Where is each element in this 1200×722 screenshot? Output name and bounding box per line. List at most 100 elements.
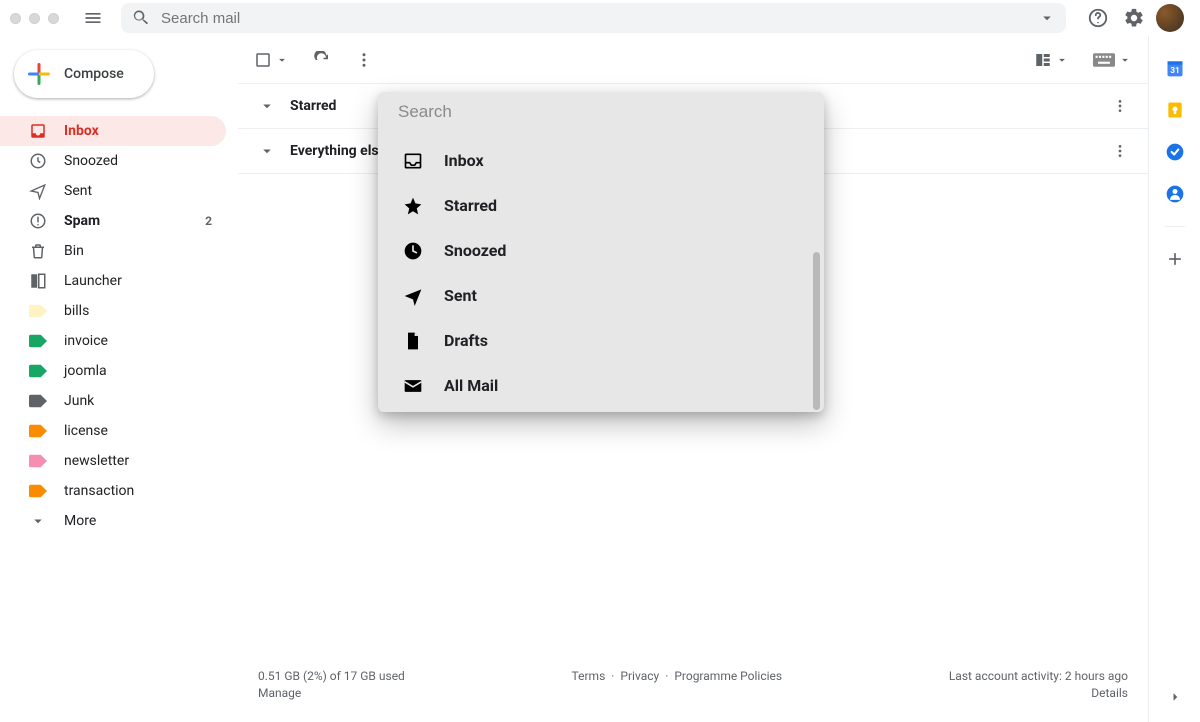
- search-bar[interactable]: [121, 3, 1066, 33]
- alert-icon: [28, 211, 48, 231]
- section-more-button[interactable]: [1112, 98, 1128, 114]
- calendar-icon[interactable]: 31: [1165, 58, 1185, 78]
- sidebar-item-junk[interactable]: Junk: [0, 386, 226, 416]
- manage-storage-link[interactable]: Manage: [258, 686, 405, 700]
- side-panel: 31: [1148, 36, 1200, 722]
- sidebar-item-label: Bin: [64, 243, 84, 259]
- section-more-button[interactable]: [1112, 143, 1128, 159]
- dropdown-item-all-mail[interactable]: All Mail: [378, 363, 824, 408]
- support-button[interactable]: [1084, 4, 1112, 32]
- sidebar-item-more[interactable]: More: [0, 506, 226, 536]
- more-vert-icon: [1112, 143, 1128, 159]
- sidebar-item-bills[interactable]: bills: [0, 296, 226, 326]
- window-close-icon[interactable]: [10, 13, 21, 24]
- label-picker-dropdown: InboxStarred Snoozed Sent Drafts All Mail: [378, 92, 824, 412]
- section-title: Starred: [290, 98, 336, 114]
- dropdown-item-sent[interactable]: Sent: [378, 273, 824, 318]
- select-all-checkbox[interactable]: [254, 51, 289, 69]
- storage-usage: 0.51 GB (2%) of 17 GB used: [258, 669, 405, 683]
- rail-separator: [1165, 226, 1185, 227]
- dropdown-scrollbar[interactable]: [813, 252, 820, 410]
- dropdown-search-input[interactable]: [398, 102, 804, 122]
- more-actions-button[interactable]: [355, 51, 373, 69]
- hamburger-icon: [83, 8, 103, 28]
- dropdown-search-row: [378, 92, 824, 128]
- sidebar-item-snoozed[interactable]: Snoozed: [0, 146, 226, 176]
- dropdown-item-snoozed[interactable]: Snoozed: [378, 228, 824, 273]
- sidebar-item-bin[interactable]: Bin: [0, 236, 226, 266]
- settings-button[interactable]: [1120, 4, 1148, 32]
- sidebar-item-label: Launcher: [64, 273, 122, 289]
- plane-icon: [28, 181, 48, 201]
- mail-toolbar: [238, 36, 1148, 84]
- svg-text:31: 31: [1170, 66, 1180, 76]
- label-icon: [28, 301, 48, 321]
- compose-button[interactable]: Compose: [14, 50, 154, 98]
- inbox-icon: [28, 121, 48, 141]
- sidebar-item-label: More: [64, 513, 96, 529]
- window-zoom-icon[interactable]: [48, 13, 59, 24]
- app-header: [0, 0, 1200, 36]
- window-minimize-icon[interactable]: [29, 13, 40, 24]
- gear-icon: [1123, 7, 1145, 29]
- sidebar-item-label: invoice: [64, 333, 108, 349]
- sidebar-item-joomla[interactable]: joomla: [0, 356, 226, 386]
- sidebar-item-inbox[interactable]: Inbox: [0, 116, 226, 146]
- keyboard-icon: [1093, 53, 1115, 67]
- sidebar-item-label: Snoozed: [64, 153, 118, 169]
- keep-icon[interactable]: [1165, 100, 1185, 120]
- policies-link[interactable]: Programme Policies: [674, 669, 782, 700]
- dropdown-item-starred[interactable]: Starred: [378, 183, 824, 228]
- more-vert-icon: [1112, 98, 1128, 114]
- star-icon: [402, 196, 424, 216]
- sidebar-item-label: joomla: [64, 363, 107, 379]
- compose-label: Compose: [64, 66, 124, 82]
- side-panel-toggle[interactable]: [1166, 688, 1184, 722]
- add-addon-icon[interactable]: [1165, 249, 1185, 269]
- details-link[interactable]: Details: [949, 686, 1128, 700]
- dropdown-item-label: Snoozed: [444, 241, 506, 260]
- dropdown-item-label: All Mail: [444, 376, 498, 395]
- search-icon: [131, 8, 151, 28]
- refresh-button[interactable]: [313, 51, 331, 69]
- sidebar-item-label: newsletter: [64, 453, 129, 469]
- header-actions: [1084, 4, 1184, 32]
- sidebar-item-label: Junk: [64, 393, 94, 409]
- input-tools-button[interactable]: [1093, 53, 1132, 67]
- label-icon: [28, 391, 48, 411]
- dropdown-list: InboxStarred Snoozed Sent Drafts All Mail: [378, 128, 824, 408]
- label-icon: [28, 481, 48, 501]
- sidebar-item-spam[interactable]: Spam 2: [0, 206, 226, 236]
- split-pane-toggle[interactable]: [1034, 51, 1069, 69]
- sidebar-item-sent[interactable]: Sent: [0, 176, 226, 206]
- dropdown-item-drafts[interactable]: Drafts: [378, 318, 824, 363]
- sidebar-item-count: 2: [205, 214, 212, 228]
- footer: 0.51 GB (2%) of 17 GB used Manage Terms …: [238, 651, 1148, 722]
- sidebar-item-label: Spam: [64, 213, 100, 229]
- chevron-right-icon: [1166, 688, 1184, 706]
- contacts-icon[interactable]: [1165, 184, 1185, 204]
- account-avatar[interactable]: [1156, 4, 1184, 32]
- sidebar-item-license[interactable]: license: [0, 416, 226, 446]
- search-input[interactable]: [161, 10, 1038, 27]
- dropdown-item-label: Sent: [444, 286, 477, 305]
- help-icon: [1087, 7, 1109, 29]
- privacy-link[interactable]: Privacy: [620, 669, 659, 700]
- dropdown-item-inbox[interactable]: Inbox: [378, 138, 824, 183]
- sidebar-item-invoice[interactable]: invoice: [0, 326, 226, 356]
- mail-icon: [402, 376, 424, 396]
- sidebar-item-newsletter[interactable]: newsletter: [0, 446, 226, 476]
- main-menu-button[interactable]: [73, 0, 113, 38]
- terms-link[interactable]: Terms: [572, 669, 606, 700]
- chevron-down-icon: [1118, 53, 1132, 67]
- label-icon: [28, 331, 48, 351]
- chevron-down-icon: [258, 142, 276, 160]
- tasks-icon[interactable]: [1165, 142, 1185, 162]
- sidebar-item-launcher[interactable]: Launcher: [0, 266, 226, 296]
- sidebar-item-transaction[interactable]: transaction: [0, 476, 226, 506]
- label-icon: [28, 451, 48, 471]
- window-controls: [10, 13, 59, 24]
- clock-icon: [28, 151, 48, 171]
- chevron-down-icon: [275, 53, 289, 67]
- search-dropdown-icon[interactable]: [1038, 9, 1056, 27]
